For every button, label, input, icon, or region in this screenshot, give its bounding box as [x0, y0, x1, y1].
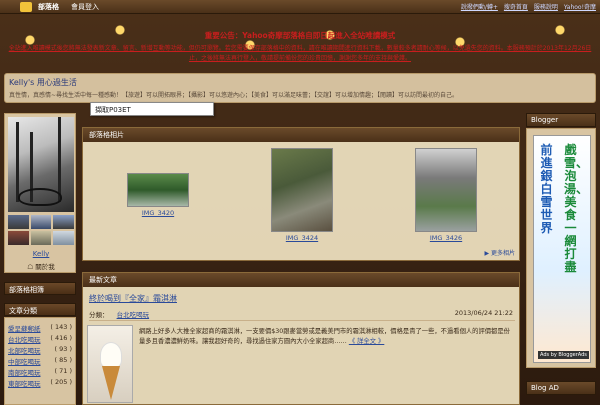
album-photo[interactable]: IMG_3424 [269, 148, 335, 242]
about-me-link[interactable]: ☖ 關於我 [5, 261, 77, 271]
category-count: ( 205 ) [50, 378, 72, 386]
album-photo-list: IMG_3420 IMG_3424 IMG_3426 [83, 148, 521, 248]
profile-thumbnails [8, 215, 74, 245]
thumbnail[interactable] [30, 215, 52, 229]
category-name[interactable]: 台北吃喝玩 [8, 334, 41, 344]
post-date: 2013/06/24 21:22 [454, 309, 513, 317]
category-name[interactable]: 東部吃喝玩 [8, 378, 41, 388]
member-login-link[interactable]: 會員登入 [71, 2, 99, 12]
category-count: ( 93 ) [54, 345, 72, 353]
post-title[interactable]: 終於喝到『全家』霜淇淋 [89, 293, 177, 304]
album-panel-header: 部落格相片 [83, 128, 519, 142]
site-brand[interactable]: 部落格 [20, 1, 59, 12]
announcement: 重要公告：Yahoo奇摩部落格自即日起進入全站唯讀模式 全站進入唯讀模式後您將無… [8, 20, 592, 64]
thumbnail[interactable] [30, 231, 52, 245]
blog-header: Kelly's 用心過生活 真性情，真感情~尋找生活中每一種感動！【旅遊】可以開… [4, 73, 596, 103]
category-item[interactable]: 北部吃喝玩 ( 93 ) [5, 344, 75, 355]
category-item[interactable]: 台北吃喝玩 ( 416 ) [5, 333, 75, 344]
thumbnail[interactable] [53, 215, 74, 229]
category-name[interactable]: 北部吃喝玩 [8, 345, 41, 355]
photo-thumbnail[interactable] [271, 148, 333, 232]
top-link-1[interactable]: 說撥們動/轉+ [461, 2, 498, 11]
read-more-link[interactable]: 《 詳全文 》 [349, 338, 385, 345]
yahoo-logo-icon [20, 1, 32, 12]
blogger-widget-title: Blogger [526, 113, 596, 127]
sidebar-categories-title: 文章分類 [4, 303, 76, 316]
announcement-body[interactable]: 全站進入唯讀模式後您將無法發表新文章、留言、新增互動等功能，但仍可瀏覽。若您需要… [8, 44, 592, 64]
category-list: 愛呈蘇郵紙 ( 143 ) 台北吃喝玩 ( 416 ) 北部吃喝玩 ( 93 )… [4, 317, 76, 405]
latest-posts-header: 最新文章 [83, 273, 519, 287]
category-count: ( 71 ) [54, 367, 72, 375]
top-right-links: 說撥們動/轉+ 搜奇首頁 服務說明 Yahoo!奇摩 [461, 2, 596, 11]
ad-text-left: 前進銀白雪世界 [540, 143, 553, 235]
category-name[interactable]: 中部吃喝玩 [8, 356, 41, 366]
more-photos-link[interactable]: ▶ 更多相片 [484, 248, 515, 257]
category-count: ( 143 ) [50, 323, 72, 331]
brand-label: 部落格 [38, 2, 59, 11]
ad-attribution[interactable]: Ads by BloggerAds [538, 351, 589, 359]
sidebar-album-title[interactable]: 部落格相簿 [4, 282, 76, 295]
blog-description: 真性情，真感情~尋找生活中每一種感動！【旅遊】可以開拓眼界；【攝影】可以悠遊內心… [9, 92, 459, 99]
profile-card: Kelly ☖ 關於我 [4, 113, 76, 273]
post-meta: 分類： 台北吃喝玩 2013/06/24 21:22 [89, 309, 515, 321]
photo-thumbnail[interactable] [127, 173, 189, 207]
top-nav-bar: 部落格 會員登入 說撥們動/轉+ 搜奇首頁 服務說明 Yahoo!奇摩 [0, 0, 600, 14]
thumbnail[interactable] [53, 231, 74, 245]
post-category-link[interactable]: 台北吃喝玩 [117, 311, 150, 319]
photo-caption[interactable]: IMG_3426 [413, 234, 479, 242]
album-panel: 部落格相片 IMG_3420 IMG_3424 IMG_3426 ▶ 更多相片 [82, 127, 520, 261]
photo-caption[interactable]: IMG_3424 [269, 234, 335, 242]
post-category-label: 分類： [89, 311, 109, 319]
top-link-2[interactable]: 搜奇首頁 [504, 2, 528, 11]
blog-ad-title: Blog AD [526, 381, 596, 395]
top-link-4[interactable]: Yahoo!奇摩 [564, 2, 596, 11]
ad-banner[interactable]: 前進銀白雪世界 戲雪、泡湯、美食一網打盡 Ads by BloggerAds [533, 135, 591, 363]
post-excerpt: 網路上好多人大推全家超商的霜淇淋，一支要價$30跟麥當勞或是義美門市的霜淇淋相較… [139, 327, 515, 347]
post-image[interactable] [87, 325, 133, 403]
ad-text-right: 戲雪、泡湯、美食一網打盡 [564, 143, 589, 274]
bicycle-image [18, 188, 62, 206]
category-item[interactable]: 東部吃喝玩 ( 205 ) [5, 377, 75, 388]
photo-caption[interactable]: IMG_3420 [125, 209, 191, 217]
category-item[interactable]: 中部吃喝玩 ( 85 ) [5, 355, 75, 366]
latest-posts-panel: 最新文章 終於喝到『全家』霜淇淋 分類： 台北吃喝玩 2013/06/24 21… [82, 272, 520, 405]
sidebar-ad: 前進銀白雪世界 戲雪、泡湯、美食一網打盡 Ads by BloggerAds [526, 128, 596, 368]
thumbnail[interactable] [8, 231, 29, 245]
profile-photo[interactable] [8, 117, 74, 212]
category-name[interactable]: 南部吃喝玩 [8, 367, 41, 377]
thumbnail[interactable] [8, 215, 29, 229]
category-count: ( 85 ) [54, 356, 72, 364]
album-photo[interactable]: IMG_3420 [125, 173, 191, 217]
category-item[interactable]: 愛呈蘇郵紙 ( 143 ) [5, 322, 75, 333]
profile-name[interactable]: Kelly [5, 250, 77, 258]
tooltip: 擷取P03ET [90, 102, 214, 116]
blog-title[interactable]: Kelly's 用心過生活 [9, 77, 77, 88]
category-count: ( 416 ) [50, 334, 72, 342]
photo-thumbnail[interactable] [415, 148, 477, 232]
album-photo[interactable]: IMG_3426 [413, 148, 479, 242]
announcement-title: 重要公告：Yahoo奇摩部落格自即日起進入全站唯讀模式 [204, 31, 396, 40]
post-excerpt-text: 網路上好多人大推全家超商的霜淇淋，一支要價$30跟麥當勞或是義美門市的霜淇淋相較… [139, 328, 510, 345]
category-item[interactable]: 南部吃喝玩 ( 71 ) [5, 366, 75, 377]
category-name[interactable]: 愛呈蘇郵紙 [8, 323, 41, 333]
top-link-3[interactable]: 服務說明 [534, 2, 558, 11]
